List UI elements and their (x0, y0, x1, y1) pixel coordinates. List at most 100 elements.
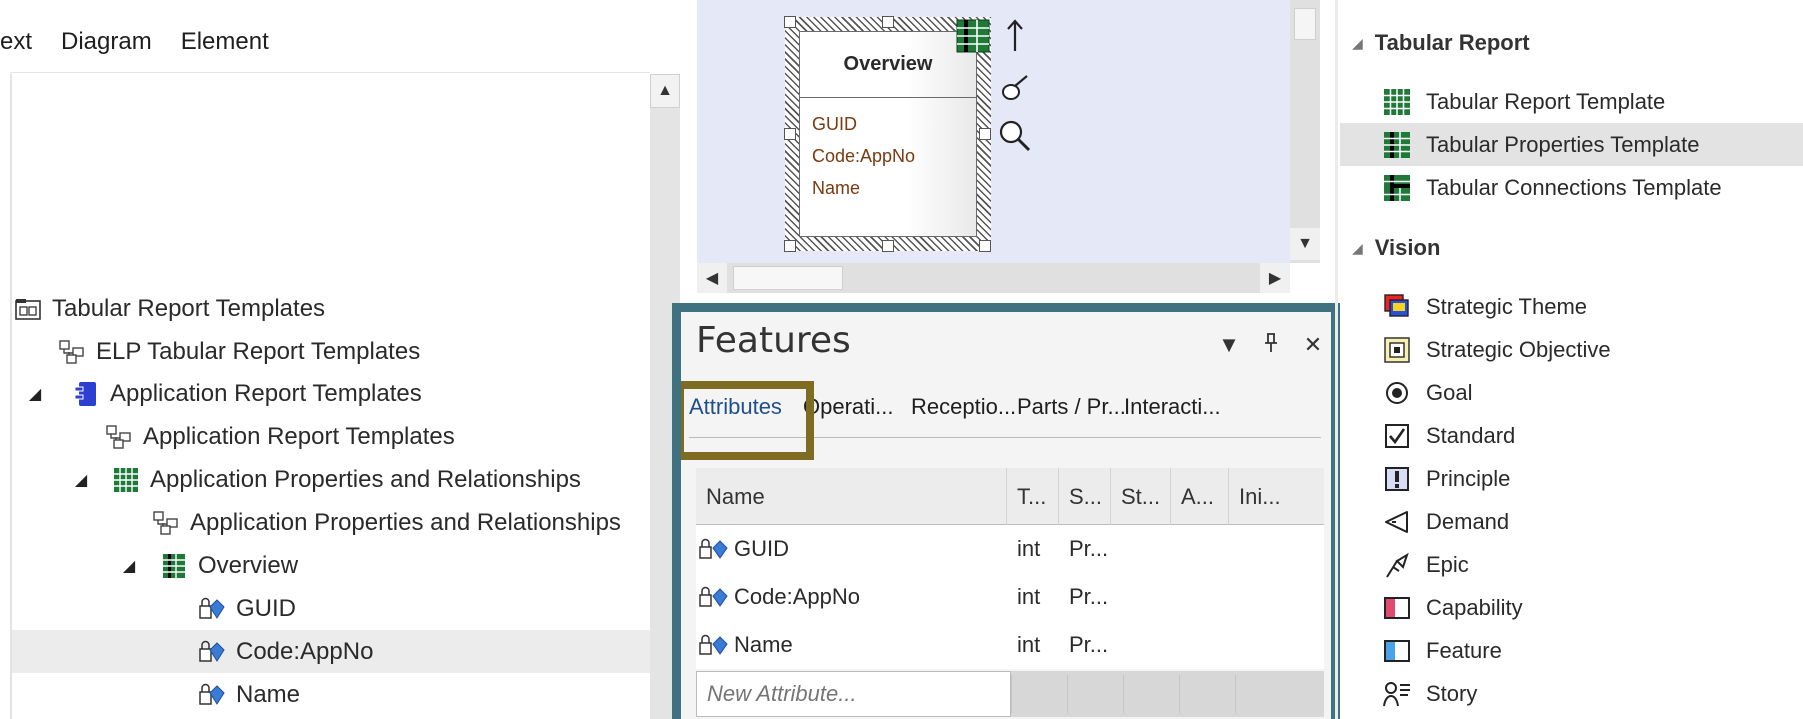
attribute-lock-icon (698, 621, 732, 669)
menu-item-diagram[interactable]: Diagram (61, 28, 152, 56)
package-folder-icon (14, 296, 42, 322)
cell-name: Code:AppNo (734, 584, 860, 609)
toolbox-group-tabular-report[interactable]: ◢ Tabular Report (1352, 23, 1530, 63)
toolbox-item-tabular-connections-template[interactable]: Tabular Connections Template (1340, 166, 1803, 209)
toolbox-item-epic[interactable]: Epic (1340, 543, 1803, 586)
grid-cell (1179, 675, 1235, 713)
grid-cell (1011, 675, 1067, 713)
toolbox-item-tabular-report-template[interactable]: Tabular Report Template (1340, 80, 1803, 123)
cell-type: int (1017, 632, 1041, 657)
dropdown-arrow-icon[interactable]: ▼ (1217, 332, 1241, 360)
toolbox-item-strategic-objective[interactable]: Strategic Objective (1340, 328, 1803, 371)
resize-handle[interactable] (784, 240, 796, 252)
element-body: Overview GUID Code:AppNo Name (799, 31, 977, 237)
tab-parts-properties[interactable]: Parts / Pr... (1017, 394, 1126, 420)
tree-item-label: Code:AppNo (236, 637, 374, 665)
table-row[interactable]: Code:AppNo int Pr... (696, 573, 1324, 621)
features-window: Features ▼ ✕ Attributes Operati... Recep… (672, 303, 1340, 719)
element-attribute: Name (812, 178, 861, 198)
toolbox-item-principle[interactable]: Principle (1340, 457, 1803, 500)
standard-checkbox-icon (1382, 421, 1412, 451)
tree-item-label: GUID (236, 594, 296, 622)
collapse-triangle-icon[interactable]: ◢ (22, 384, 48, 404)
tab-interactions[interactable]: Interacti... (1124, 394, 1221, 420)
up-arrow-icon[interactable] (998, 18, 1032, 54)
tree-item-application-properties-and-relationships[interactable]: ◢ Application Properties and Relationshi… (68, 458, 708, 501)
properties-template-icon[interactable] (955, 18, 991, 54)
paint-brush-icon[interactable] (998, 70, 1032, 106)
attribute-lock-icon (198, 682, 226, 708)
table-row[interactable]: Name int Pr... (696, 621, 1324, 669)
diagram-horizontal-scrollbar[interactable]: ◀ ▶ (697, 263, 1290, 293)
toolbox-item-standard[interactable]: Standard (1340, 414, 1803, 457)
cell-name: GUID (734, 536, 789, 561)
tab-receptions[interactable]: Receptio... (911, 394, 1016, 420)
cell-scope: Pr... (1069, 632, 1109, 657)
toolbox-item-label: Strategic Theme (1426, 293, 1588, 319)
tree-item-application-report-templates[interactable]: ◢ Application Report Templates (22, 372, 662, 415)
toolbox-item-label: Feature (1426, 637, 1502, 663)
pin-icon[interactable] (1259, 332, 1283, 360)
scroll-thumb[interactable] (733, 266, 843, 290)
column-header-name[interactable]: Name (696, 468, 1007, 525)
toolbox-item-label: Tabular Connections Template (1426, 174, 1722, 200)
table-grid-icon (1382, 87, 1412, 117)
tree-item-elp-tabular-report-templates[interactable]: ELP Tabular Report Templates (58, 330, 698, 373)
tree-blank-area (12, 80, 382, 280)
diagram-vertical-scrollbar[interactable]: ▼ (1290, 0, 1320, 263)
tab-operations[interactable]: Operati... (803, 394, 893, 420)
scroll-up-arrow-icon[interactable]: ▲ (650, 74, 680, 108)
resize-handle[interactable] (979, 240, 991, 252)
collapse-triangle-icon[interactable]: ◢ (68, 470, 94, 490)
table-grid-icon (112, 467, 140, 493)
close-icon[interactable]: ✕ (1301, 332, 1325, 360)
new-attribute-input[interactable] (696, 671, 1011, 717)
epic-icon (1382, 550, 1412, 580)
magnifier-icon[interactable] (998, 118, 1032, 154)
tree-item-application-report-templates-diagram[interactable]: Application Report Templates (105, 415, 745, 458)
toolbox-item-goal[interactable]: Goal (1340, 371, 1803, 414)
toolbox-item-capability[interactable]: Capability (1340, 586, 1803, 629)
scroll-left-arrow-icon[interactable]: ◀ (697, 263, 727, 293)
resize-handle[interactable] (882, 16, 894, 28)
cell-scope: Pr... (1069, 584, 1109, 609)
resize-handle[interactable] (784, 16, 796, 28)
column-header-initial[interactable]: Ini... (1229, 468, 1324, 525)
table-row[interactable]: GUID int Pr... (696, 525, 1324, 573)
resize-handle[interactable] (882, 240, 894, 252)
scroll-thumb[interactable] (1294, 8, 1316, 40)
column-header-type[interactable]: T... (1007, 468, 1059, 525)
properties-template-icon (160, 553, 188, 579)
toolbox-item-strategic-theme[interactable]: Strategic Theme (1340, 285, 1803, 328)
scroll-down-arrow-icon[interactable]: ▼ (1290, 228, 1320, 260)
window-controls: ▼ ✕ (1217, 332, 1325, 360)
menu-item-element[interactable]: Element (181, 28, 269, 56)
features-title: Features (696, 320, 851, 361)
attribute-lock-icon (198, 639, 226, 665)
resize-handle[interactable] (979, 128, 991, 140)
grid-cell (1067, 675, 1123, 713)
toolbox-item-story[interactable]: Story (1340, 672, 1803, 715)
column-header-stereotype[interactable]: St... (1111, 468, 1171, 525)
tree-item-label: Application Properties and Relationships (150, 465, 581, 493)
column-header-alias[interactable]: A... (1171, 468, 1229, 525)
resize-handle[interactable] (784, 128, 796, 140)
scroll-right-arrow-icon[interactable]: ▶ (1260, 263, 1290, 293)
tree-item-label: Overview (198, 551, 299, 579)
grid-header: Name T... S... St... A... Ini... (696, 468, 1324, 525)
toolbox-item-label: Standard (1426, 422, 1516, 448)
column-header-scope[interactable]: S... (1059, 468, 1111, 525)
collapse-triangle-icon[interactable]: ◢ (116, 556, 142, 576)
toolbox-item-demand[interactable]: Demand (1340, 500, 1803, 543)
toolbox-item-feature[interactable]: Feature (1340, 629, 1803, 672)
toolbox-item-label: Demand (1426, 508, 1510, 534)
cell-scope: Pr... (1069, 536, 1109, 561)
menu-item-context[interactable]: ext (0, 28, 32, 56)
capability-icon (1382, 593, 1412, 623)
story-icon (1382, 679, 1412, 709)
toolbox-group-vision[interactable]: ◢ Vision (1352, 228, 1440, 268)
tree-item-tabular-report-templates[interactable]: Tabular Report Templates (14, 287, 654, 330)
toolbox-item-tabular-properties-template[interactable]: Tabular Properties Template (1340, 123, 1803, 166)
tree-item-code-appno[interactable]: Code:AppNo (12, 630, 652, 673)
diagram-icon (105, 424, 133, 450)
